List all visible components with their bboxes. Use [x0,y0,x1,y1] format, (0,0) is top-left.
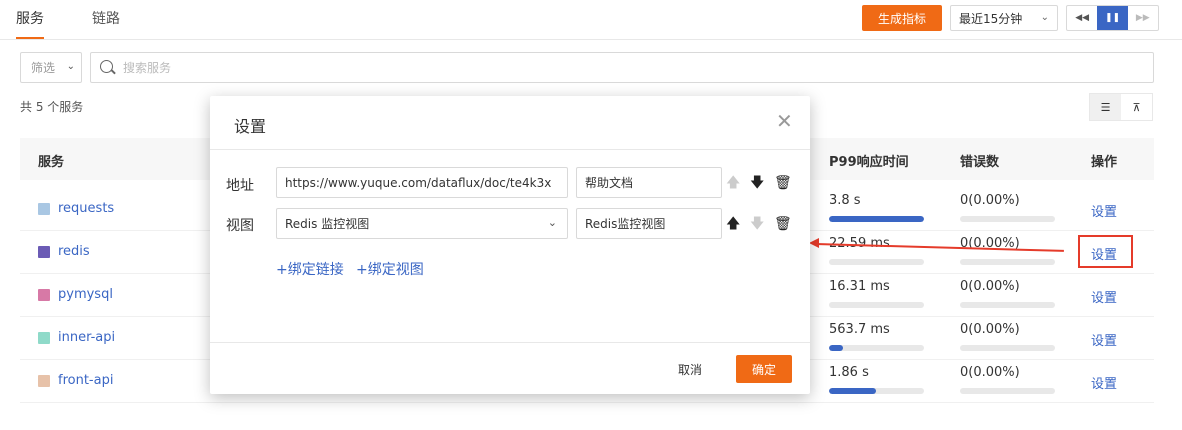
search-icon [100,60,113,73]
move-up-icon[interactable]: 🡅 [726,217,740,231]
service-name-link[interactable]: front-api [38,373,113,388]
settings-link[interactable]: 设置 [1091,373,1117,392]
header-action: 操作 [1091,155,1118,170]
service-color-swatch [38,245,50,258]
close-icon[interactable]: ✕ [776,111,793,131]
header-p99: P99响应时间 [829,155,909,170]
header-errors: 错误数 [960,155,1000,170]
address-name-value: 帮助文档 [585,176,634,190]
p99-bar [829,388,924,394]
p99-bar [829,345,924,351]
service-color-swatch [38,331,50,344]
filter-label: 筛选 [31,61,56,75]
service-count: 共 5 个服务 [20,100,84,114]
cancel-button[interactable]: 取消 [678,361,702,378]
tab-services[interactable]: 服务 [16,8,44,28]
service-color-swatch [38,374,50,387]
playback-controls: ◀◀ ❚❚ ▶▶ [1066,5,1159,31]
chevron-down-icon: ⌄ [547,216,557,229]
error-bar [960,302,1055,308]
service-name-link[interactable]: pymysql [38,287,113,302]
tab-traces[interactable]: 链路 [92,8,120,28]
delete-icon[interactable]: 🗑 [774,176,792,190]
p99-value: 3.8 s [829,193,861,208]
bind-link-button[interactable]: +绑定链接 [276,259,344,279]
rewind-icon[interactable]: ◀◀ [1067,6,1097,30]
delete-icon[interactable]: 🗑 [774,217,792,231]
settings-link[interactable]: 设置 [1091,201,1117,220]
error-count: 0(0.00%) [960,193,1020,208]
view-label: 视图 [226,218,254,234]
pause-icon[interactable]: ❚❚ [1097,6,1128,30]
p99-value: 563.7 ms [829,322,890,337]
address-label: 地址 [226,178,254,194]
view-name-value: Redis监控视图 [585,217,666,231]
view-toggle: ☰ ⊼ [1089,93,1153,121]
topology-view-icon[interactable]: ⊼ [1121,94,1152,120]
generate-metrics-button[interactable]: 生成指标 [862,5,942,31]
address-url-input[interactable]: https://www.yuque.com/dataflux/doc/te4k3… [276,167,568,198]
error-bar [960,345,1055,351]
service-name: inner-api [58,330,116,345]
modal-footer-divider [210,342,810,343]
bind-view-button[interactable]: +绑定视图 [356,259,424,279]
time-range-select[interactable]: 最近15分钟 ⌄ [950,5,1058,31]
error-bar [960,216,1055,222]
service-name-link[interactable]: inner-api [38,330,115,345]
p99-bar-fill [829,388,876,394]
search-input[interactable]: 搜索服务 [90,52,1154,83]
settings-link[interactable]: 设置 [1091,287,1117,306]
move-down-icon[interactable]: 🡇 [750,217,764,231]
service-color-swatch [38,202,50,215]
error-bar [960,388,1055,394]
p99-bar-fill [829,216,924,222]
service-name-link[interactable]: requests [38,201,114,216]
address-name-input[interactable]: 帮助文档 [576,167,722,198]
view-select-value: Redis 监控视图 [285,217,370,231]
modal-header: 设置 ✕ [210,96,810,150]
move-down-icon[interactable]: 🡇 [750,176,764,190]
move-up-icon[interactable]: 🡅 [726,176,740,190]
chevron-down-icon: ⌄ [66,61,75,72]
view-select[interactable]: Redis 监控视图 ⌄ [276,208,568,239]
filter-select[interactable]: 筛选 ⌄ [20,52,82,83]
service-name: pymysql [58,287,113,302]
p99-bar [829,216,924,222]
p99-bar [829,259,924,265]
p99-value: 16.31 ms [829,279,890,294]
header-service: 服务 [38,155,65,170]
fast-forward-icon[interactable]: ▶▶ [1128,6,1158,30]
settings-link[interactable]: 设置 [1091,330,1117,349]
confirm-button[interactable]: 确定 [736,355,792,383]
error-count: 0(0.00%) [960,279,1020,294]
annotation-arrowhead [809,238,819,248]
list-view-icon[interactable]: ☰ [1090,94,1121,120]
address-url-value: https://www.yuque.com/dataflux/doc/te4k3… [285,175,552,190]
service-name-link[interactable]: redis [38,244,90,259]
service-name: requests [58,201,115,216]
modal-title: 设置 [234,117,267,136]
p99-value: 1.86 s [829,365,869,380]
p99-bar-fill [829,345,844,351]
service-name: front-api [58,373,114,388]
error-count: 0(0.00%) [960,365,1020,380]
top-bar: 服务 链路 生成指标 最近15分钟 ⌄ ◀◀ ❚❚ ▶▶ [0,0,1182,40]
annotation-highlight-box [1078,235,1133,268]
error-bar [960,259,1055,265]
time-range-value: 最近15分钟 [959,11,1023,26]
settings-modal: 设置 ✕ 地址 https://www.yuque.com/dataflux/d… [210,96,810,394]
error-count: 0(0.00%) [960,322,1020,337]
chevron-down-icon: ⌄ [1040,12,1049,23]
view-name-input[interactable]: Redis监控视图 [576,208,722,239]
p99-bar [829,302,924,308]
service-name: redis [58,244,90,259]
active-tab-indicator [16,37,44,39]
service-color-swatch [38,288,50,301]
search-placeholder: 搜索服务 [123,61,172,75]
